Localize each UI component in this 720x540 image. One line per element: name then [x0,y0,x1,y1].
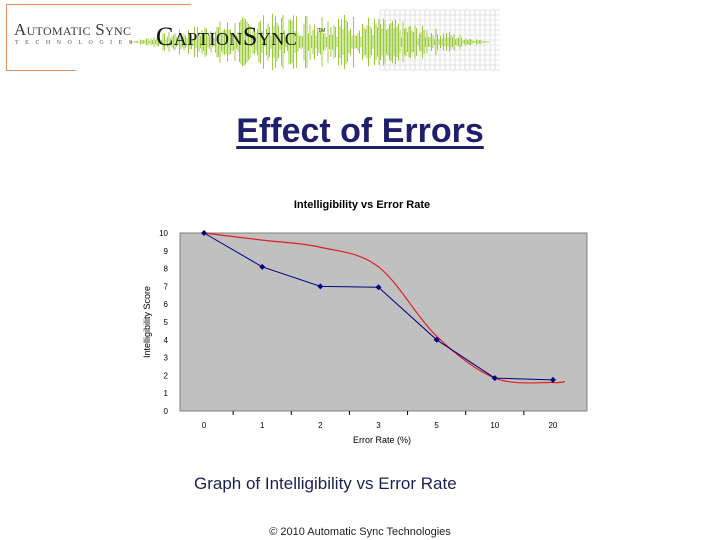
chart: Intelligibility vs Error Rate 0 1 2 3 4 5 6 7 8 9… [142,199,588,445]
y-tick-label: 7 [164,282,169,291]
x-tick-label: 5 [434,421,439,430]
chart-title: Intelligibility vs Error Rate [294,199,430,211]
x-tick-label: 0 [202,421,207,430]
x-axis-label: Error Rate (%) [353,435,411,445]
x-tick-label: 10 [490,421,499,430]
x-tick-label: 1 [260,421,265,430]
y-tick-label: 8 [164,265,169,274]
y-tick-label: 9 [164,247,169,256]
plot-area [179,232,588,412]
y-tick-label: 6 [164,300,169,309]
x-tick-label: 20 [548,421,557,430]
y-tick-label: 2 [164,371,169,380]
y-tick-label: 3 [164,354,169,363]
y-tick-label: 0 [164,407,169,416]
copyright-footer: © 2010 Automatic Sync Technologies [269,526,451,538]
y-axis-label: Intelligibility Score [142,286,152,358]
x-tick-label: 3 [376,421,381,430]
y-tick-label: 5 [164,318,169,327]
y-tick-label: 1 [164,389,169,398]
y-tick-label: 10 [159,229,168,238]
x-tick-label: 2 [318,421,323,430]
slide-caption: Graph of Intelligibility vs Error Rate [194,474,457,493]
y-tick-label: 4 [164,336,169,345]
